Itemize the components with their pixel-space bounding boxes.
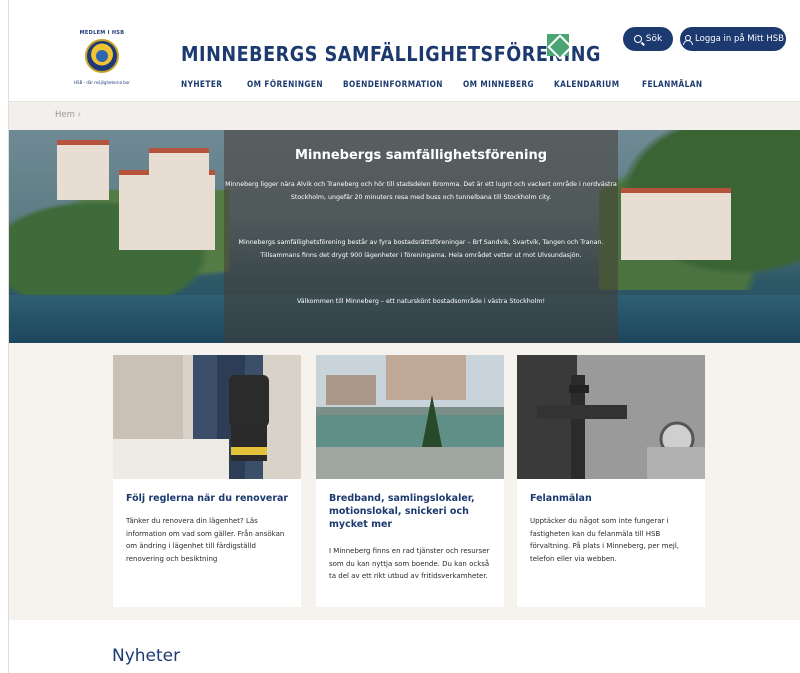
nav-item-om-foreningen[interactable]: OM FÖRENINGEN xyxy=(247,80,323,90)
card-title[interactable]: Följ reglerna när du renoverar xyxy=(126,492,294,505)
services-photo xyxy=(316,355,504,479)
hsb-emblem-icon xyxy=(85,39,119,73)
breadcrumb[interactable]: Hem › xyxy=(55,110,81,120)
nav-item-kalendarium[interactable]: KALENDARIUM xyxy=(554,80,619,90)
hero-building xyxy=(149,148,209,188)
pipes-photo xyxy=(517,355,705,479)
card-text: Tänker du renovera din lägenhet? Läs inf… xyxy=(126,517,285,563)
search-button[interactable]: Sök xyxy=(623,27,673,51)
news-heading: Nyheter xyxy=(112,646,181,666)
hero-title: Minnebergs samfällighetsförening xyxy=(294,148,548,163)
hero-building xyxy=(57,140,109,200)
nav-item-boendeinformation[interactable]: BOENDEINFORMATION xyxy=(343,80,443,90)
association-mark-icon xyxy=(547,34,569,56)
search-icon xyxy=(633,35,642,43)
card-image-fault-report xyxy=(517,355,705,479)
nav-item-felanmalan[interactable]: FELANMÄLAN xyxy=(642,80,702,90)
logo-bottom-text: HSB - där möjligheterna bor xyxy=(74,80,130,85)
hero-paragraph-welcome: Välkommen till Minneberg – ett naturskön… xyxy=(296,298,546,305)
hero-paragraph-intro: Minneberg ligger nära Alvik och Traneber… xyxy=(225,181,617,201)
login-button[interactable]: Logga in på Mitt HSB xyxy=(680,27,786,51)
nav-item-om-minneberg[interactable]: OM MINNEBERG xyxy=(463,80,534,90)
hero-paragraph-association: Minnebergs samfällighetsförening består … xyxy=(238,239,604,259)
user-icon xyxy=(682,34,693,45)
card-text: I Minneberg finns en rad tjänster och re… xyxy=(329,547,490,580)
card-title[interactable]: Bredband, samlingslokaler, motionslokal,… xyxy=(329,492,497,531)
card-image-services xyxy=(316,355,504,479)
card-renovation[interactable]: Följ reglerna när du renoverar Tänker du… xyxy=(113,355,301,607)
card-text: Upptäcker du något som inte fungerar i f… xyxy=(530,517,679,563)
site-header: MEDLEM I HSB HSB - där möjligheterna bor… xyxy=(9,0,800,101)
site-title[interactable]: MINNEBERGS SAMFÄLLIGHETSFÖRENING xyxy=(181,42,601,66)
card-fault-report[interactable]: Felanmälan Upptäcker du något som inte f… xyxy=(517,355,705,607)
search-button-label: Sök xyxy=(645,34,663,44)
card-image-renovation xyxy=(113,355,301,479)
nav-item-nyheter[interactable]: NYHETER xyxy=(181,80,222,90)
page-frame: MEDLEM I HSB HSB - där möjligheterna bor… xyxy=(8,0,800,673)
renovation-photo xyxy=(113,355,301,479)
hero-building xyxy=(621,188,731,260)
card-services[interactable]: Bredband, samlingslokaler, motionslokal,… xyxy=(316,355,504,607)
breadcrumb-bar: Hem › xyxy=(9,101,800,130)
hero-banner: Minnebergs samfällighetsförening Minnebe… xyxy=(9,130,800,343)
logo-top-text: MEDLEM I HSB xyxy=(79,30,125,36)
card-title[interactable]: Felanmälan xyxy=(530,492,698,505)
news-section: Nyheter xyxy=(9,620,800,673)
login-button-label: Logga in på Mitt HSB xyxy=(695,34,784,44)
hsb-logo[interactable]: MEDLEM I HSB HSB - där möjligheterna bor xyxy=(67,28,137,96)
